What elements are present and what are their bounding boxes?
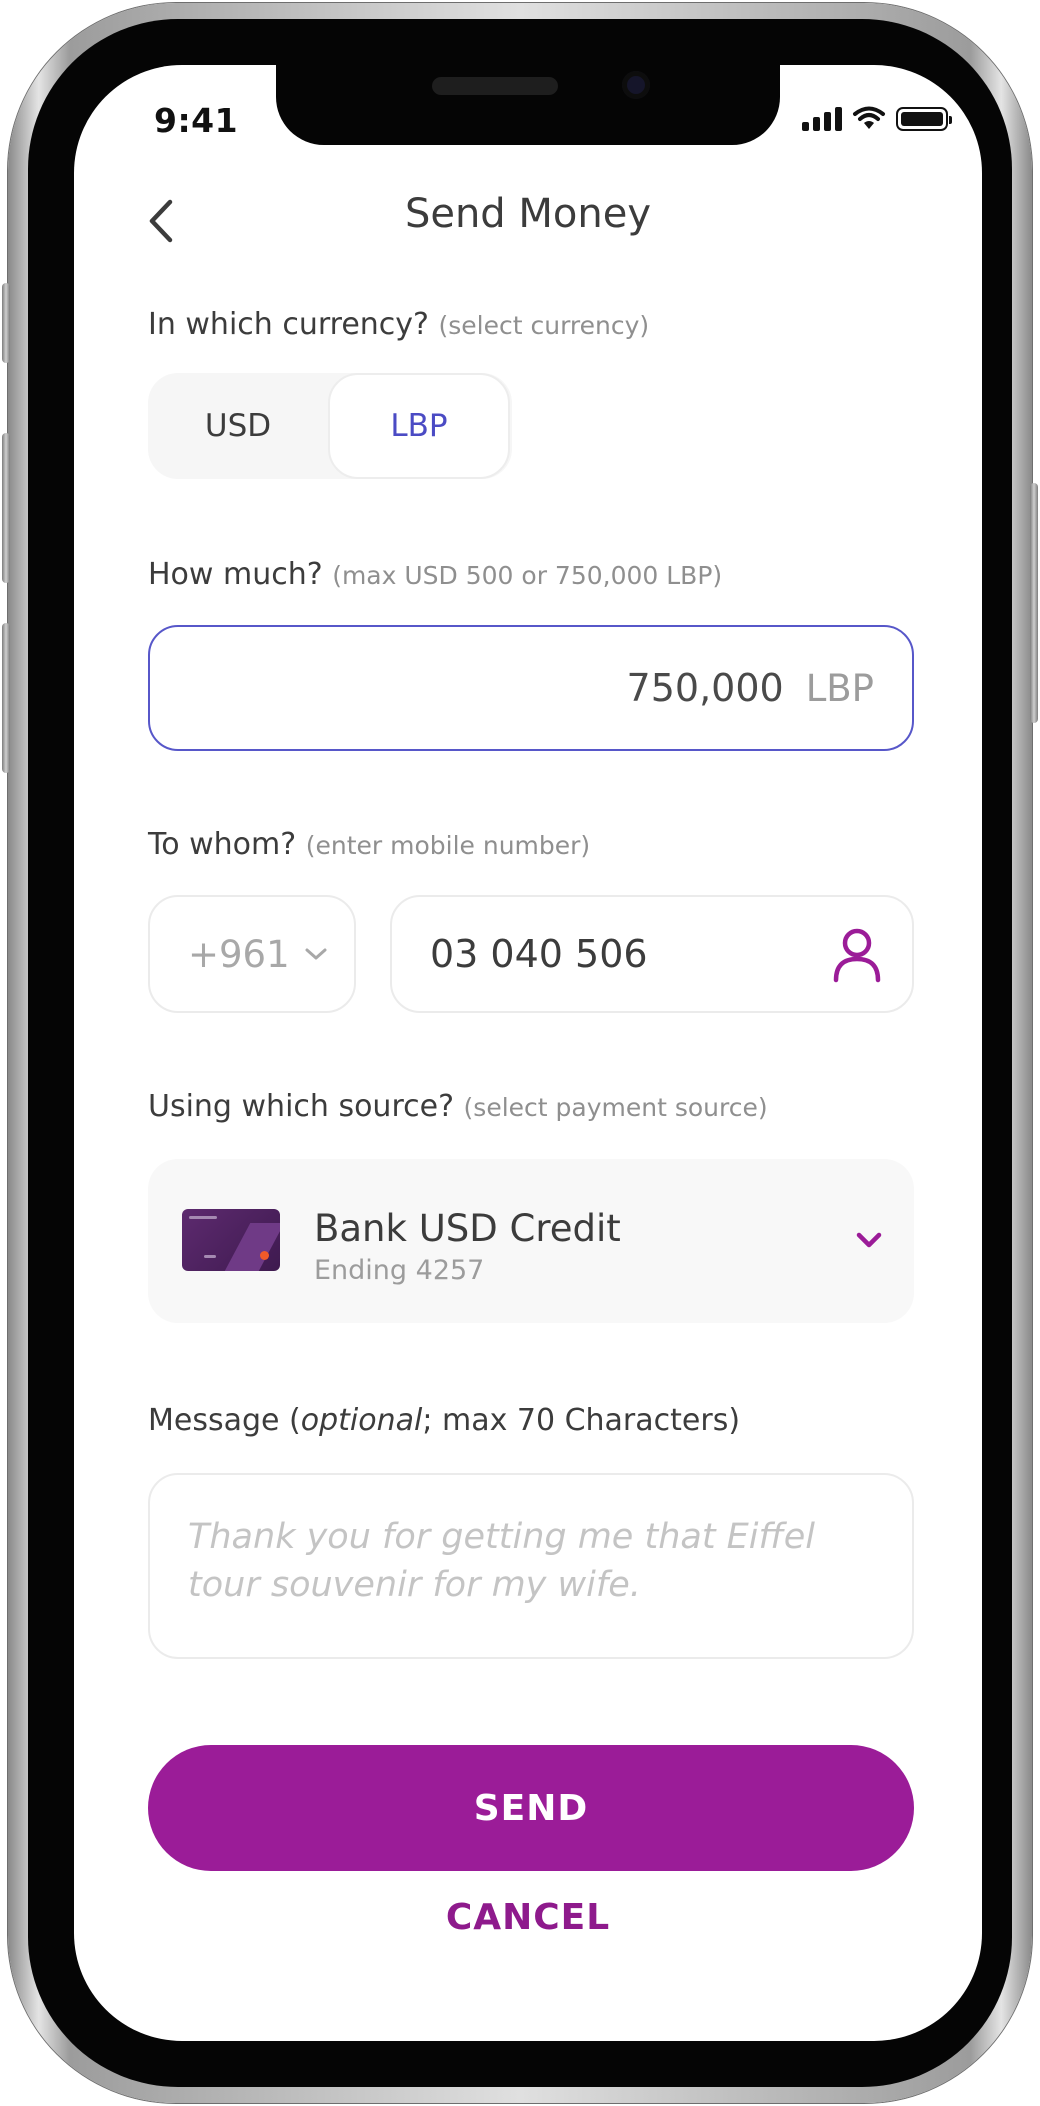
wifi-icon (853, 106, 885, 129)
currency-hint: (select currency) (438, 311, 650, 340)
speaker-grill (432, 77, 558, 95)
amount-question: How much? (max USD 500 or 750,000 LBP) (148, 557, 722, 592)
message-placeholder: Thank you for getting me that Eiffel tou… (188, 1517, 816, 1605)
chevron-down-icon (856, 1232, 882, 1248)
currency-question-text: In which currency? (148, 307, 429, 342)
currency-option-usd[interactable]: USD (148, 373, 328, 479)
payment-source-select[interactable]: Bank USD Credit Ending 4257 (148, 1159, 914, 1323)
amount-question-text: How much? (148, 557, 323, 592)
currency-question: In which currency? (select currency) (148, 307, 649, 342)
cancel-button[interactable]: CANCEL (74, 1897, 982, 1938)
phone-frame: 9:41 Send Money In which currency? (sele… (2, 3, 1038, 2103)
signal-icon (802, 107, 842, 131)
amount-input[interactable]: 750,000 LBP (148, 625, 914, 751)
credit-card-icon (182, 1209, 280, 1271)
source-question: Using which source? (select payment sour… (148, 1089, 768, 1124)
phone-volume-up-button (2, 433, 10, 583)
message-label-prefix: Message ( (148, 1403, 301, 1438)
message-textarea[interactable]: Thank you for getting me that Eiffel tou… (148, 1473, 914, 1659)
phone-number-input[interactable]: 03 040 506 (390, 895, 914, 1013)
amount-unit: LBP (805, 666, 874, 710)
contact-person-icon[interactable] (832, 927, 882, 983)
source-hint: (select payment source) (463, 1093, 768, 1122)
currency-option-lbp[interactable]: LBP (328, 373, 510, 479)
page-title: Send Money (404, 191, 652, 237)
phone-volume-down-button (2, 623, 10, 773)
battery-icon (896, 107, 952, 131)
front-camera-icon (622, 71, 650, 99)
source-question-text: Using which source? (148, 1089, 454, 1124)
phone-side-button (2, 283, 10, 363)
message-label-optional: optional (300, 1403, 423, 1438)
currency-toggle: USD LBP (148, 373, 512, 479)
recipient-question-text: To whom? (148, 827, 297, 862)
phone-number-value: 03 040 506 (430, 932, 648, 976)
send-button[interactable]: SEND (148, 1745, 914, 1871)
amount-value: 750,000 (626, 666, 784, 710)
message-label: Message (optional; max 70 Characters) (148, 1403, 740, 1438)
phone-power-button (1030, 483, 1038, 723)
recipient-question: To whom? (enter mobile number) (148, 827, 590, 862)
app-screen: 9:41 Send Money In which currency? (sele… (74, 65, 982, 2041)
source-name: Bank USD Credit (314, 1207, 621, 1250)
source-ending: Ending 4257 (314, 1255, 485, 1286)
chevron-down-icon (305, 948, 327, 960)
recipient-hint: (enter mobile number) (305, 831, 591, 860)
status-time: 9:41 (154, 101, 239, 140)
notch (276, 65, 780, 145)
country-code-value: +961 (188, 932, 290, 976)
amount-hint: (max USD 500 or 750,000 LBP) (332, 561, 723, 590)
message-label-suffix: ; max 70 Characters) (422, 1403, 741, 1438)
country-code-select[interactable]: +961 (148, 895, 356, 1013)
status-icons (802, 105, 952, 131)
